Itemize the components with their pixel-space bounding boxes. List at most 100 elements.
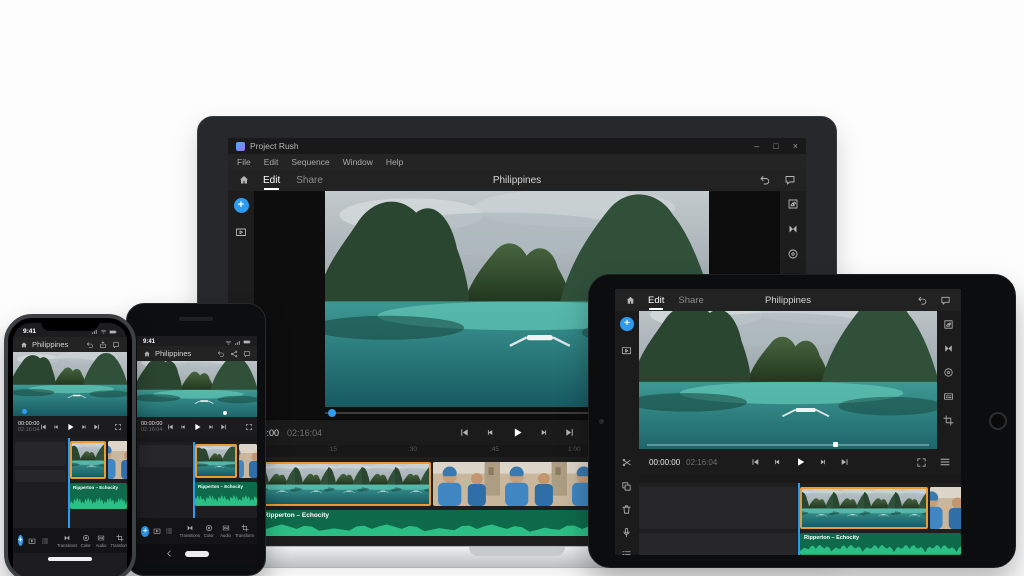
undo-icon[interactable] — [86, 341, 94, 349]
back-button[interactable] — [165, 549, 174, 558]
menu-edit[interactable]: Edit — [264, 157, 279, 167]
color-icon[interactable] — [787, 248, 799, 260]
preview-scrubber[interactable] — [647, 444, 929, 446]
toolbar-transitions[interactable]: Transitions — [181, 524, 198, 538]
toolbar-color[interactable]: Color — [202, 524, 215, 538]
audio-clip[interactable]: Ripperton – Echocity — [70, 483, 127, 509]
toolbar-transform[interactable]: Transform — [111, 534, 127, 548]
audio-clip[interactable]: Ripperton – Echocity — [800, 533, 961, 555]
graphics-icon[interactable] — [943, 319, 954, 330]
audio-clip[interactable]: Ripperton – Echocity — [195, 482, 257, 506]
transitions-icon[interactable] — [943, 343, 954, 354]
audio-icon[interactable] — [97, 534, 105, 542]
playhead[interactable] — [193, 442, 195, 518]
home-icon[interactable] — [143, 350, 151, 358]
undo-icon[interactable] — [217, 350, 225, 358]
menu-help[interactable]: Help — [386, 157, 403, 167]
skip-start-button[interactable] — [39, 423, 47, 431]
toolbar-transform[interactable]: Transform — [236, 524, 253, 538]
minimize-button[interactable]: – — [754, 141, 759, 151]
step-forward-button[interactable] — [207, 423, 215, 431]
duplicate-icon[interactable] — [621, 481, 632, 492]
toolbar-audio[interactable]: Audio — [219, 524, 232, 538]
skip-end-button[interactable] — [220, 423, 228, 431]
playhead[interactable] — [68, 438, 70, 528]
add-media-button[interactable]: + — [234, 198, 249, 213]
video-clip[interactable] — [930, 487, 961, 529]
video-clip[interactable] — [239, 444, 257, 478]
playhead[interactable] — [798, 483, 800, 555]
toolbar-color[interactable]: Color — [81, 534, 91, 548]
step-back-button[interactable] — [179, 423, 187, 431]
home-icon[interactable] — [20, 341, 28, 349]
color-icon[interactable] — [82, 534, 90, 542]
transitions-icon[interactable] — [63, 534, 71, 542]
tab-edit[interactable]: Edit — [263, 175, 280, 186]
play-button[interactable] — [192, 422, 202, 432]
feedback-icon[interactable] — [112, 341, 120, 349]
step-forward-button[interactable] — [818, 457, 828, 467]
share-icon[interactable] — [99, 341, 107, 349]
timeline-ruler[interactable] — [639, 475, 961, 483]
tab-share[interactable]: Share — [678, 295, 703, 306]
media-browser-icon[interactable] — [235, 226, 247, 238]
step-back-button[interactable] — [52, 423, 60, 431]
media-browser-icon[interactable] — [153, 527, 161, 535]
feedback-icon[interactable] — [940, 295, 951, 306]
tablet-home-button[interactable] — [989, 412, 1007, 430]
transform-icon[interactable] — [943, 415, 954, 426]
menu-file[interactable]: File — [237, 157, 251, 167]
step-forward-button[interactable] — [539, 427, 550, 438]
scrubber-handle[interactable] — [833, 442, 838, 447]
transform-icon[interactable] — [241, 524, 249, 532]
undo-icon[interactable] — [917, 295, 928, 306]
toolbar-transitions[interactable]: Transitions — [59, 534, 76, 548]
home-indicator[interactable] — [48, 557, 92, 561]
toolbar-audio[interactable]: Audio — [96, 534, 107, 548]
audio-icon[interactable] — [943, 391, 954, 402]
delete-icon[interactable] — [621, 504, 632, 515]
share-icon[interactable] — [230, 350, 238, 358]
menu-icon[interactable] — [939, 456, 951, 468]
play-button[interactable] — [794, 456, 806, 468]
home-icon[interactable] — [625, 295, 636, 306]
fullscreen-icon[interactable] — [245, 423, 253, 431]
color-icon[interactable] — [943, 367, 954, 378]
skip-end-button[interactable] — [840, 457, 850, 467]
video-clip-selected[interactable] — [800, 487, 928, 529]
tracks-icon[interactable] — [165, 527, 173, 535]
video-clip[interactable] — [108, 441, 127, 479]
feedback-icon[interactable] — [243, 350, 251, 358]
transform-icon[interactable] — [116, 534, 124, 542]
step-back-button[interactable] — [485, 427, 496, 438]
video-clip-selected[interactable] — [70, 441, 106, 479]
home-icon[interactable] — [238, 174, 250, 186]
maximize-button[interactable]: □ — [773, 141, 778, 151]
audio-icon[interactable] — [222, 524, 230, 532]
skip-start-button[interactable] — [166, 423, 174, 431]
tracks-icon[interactable] — [621, 549, 632, 555]
add-media-button[interactable]: + — [18, 535, 23, 546]
add-media-button[interactable]: + — [141, 526, 149, 537]
skip-start-button[interactable] — [459, 427, 470, 438]
menu-sequence[interactable]: Sequence — [291, 157, 329, 167]
menu-window[interactable]: Window — [343, 157, 373, 167]
transitions-icon[interactable] — [787, 223, 799, 235]
step-back-button[interactable] — [772, 457, 782, 467]
tab-edit[interactable]: Edit — [648, 295, 664, 306]
skip-end-button[interactable] — [93, 423, 101, 431]
video-clip-selected[interactable] — [195, 444, 237, 478]
undo-icon[interactable] — [759, 174, 771, 186]
step-forward-button[interactable] — [80, 423, 88, 431]
tracks-icon[interactable] — [41, 537, 49, 545]
close-button[interactable]: × — [793, 141, 798, 151]
skip-start-button[interactable] — [750, 457, 760, 467]
fullscreen-icon[interactable] — [916, 457, 927, 468]
transitions-icon[interactable] — [186, 524, 194, 532]
media-browser-icon[interactable] — [28, 537, 36, 545]
add-media-button[interactable]: + — [620, 317, 634, 331]
home-pill[interactable] — [185, 551, 209, 557]
fullscreen-icon[interactable] — [114, 423, 122, 431]
graphics-icon[interactable] — [787, 198, 799, 210]
color-icon[interactable] — [205, 524, 213, 532]
